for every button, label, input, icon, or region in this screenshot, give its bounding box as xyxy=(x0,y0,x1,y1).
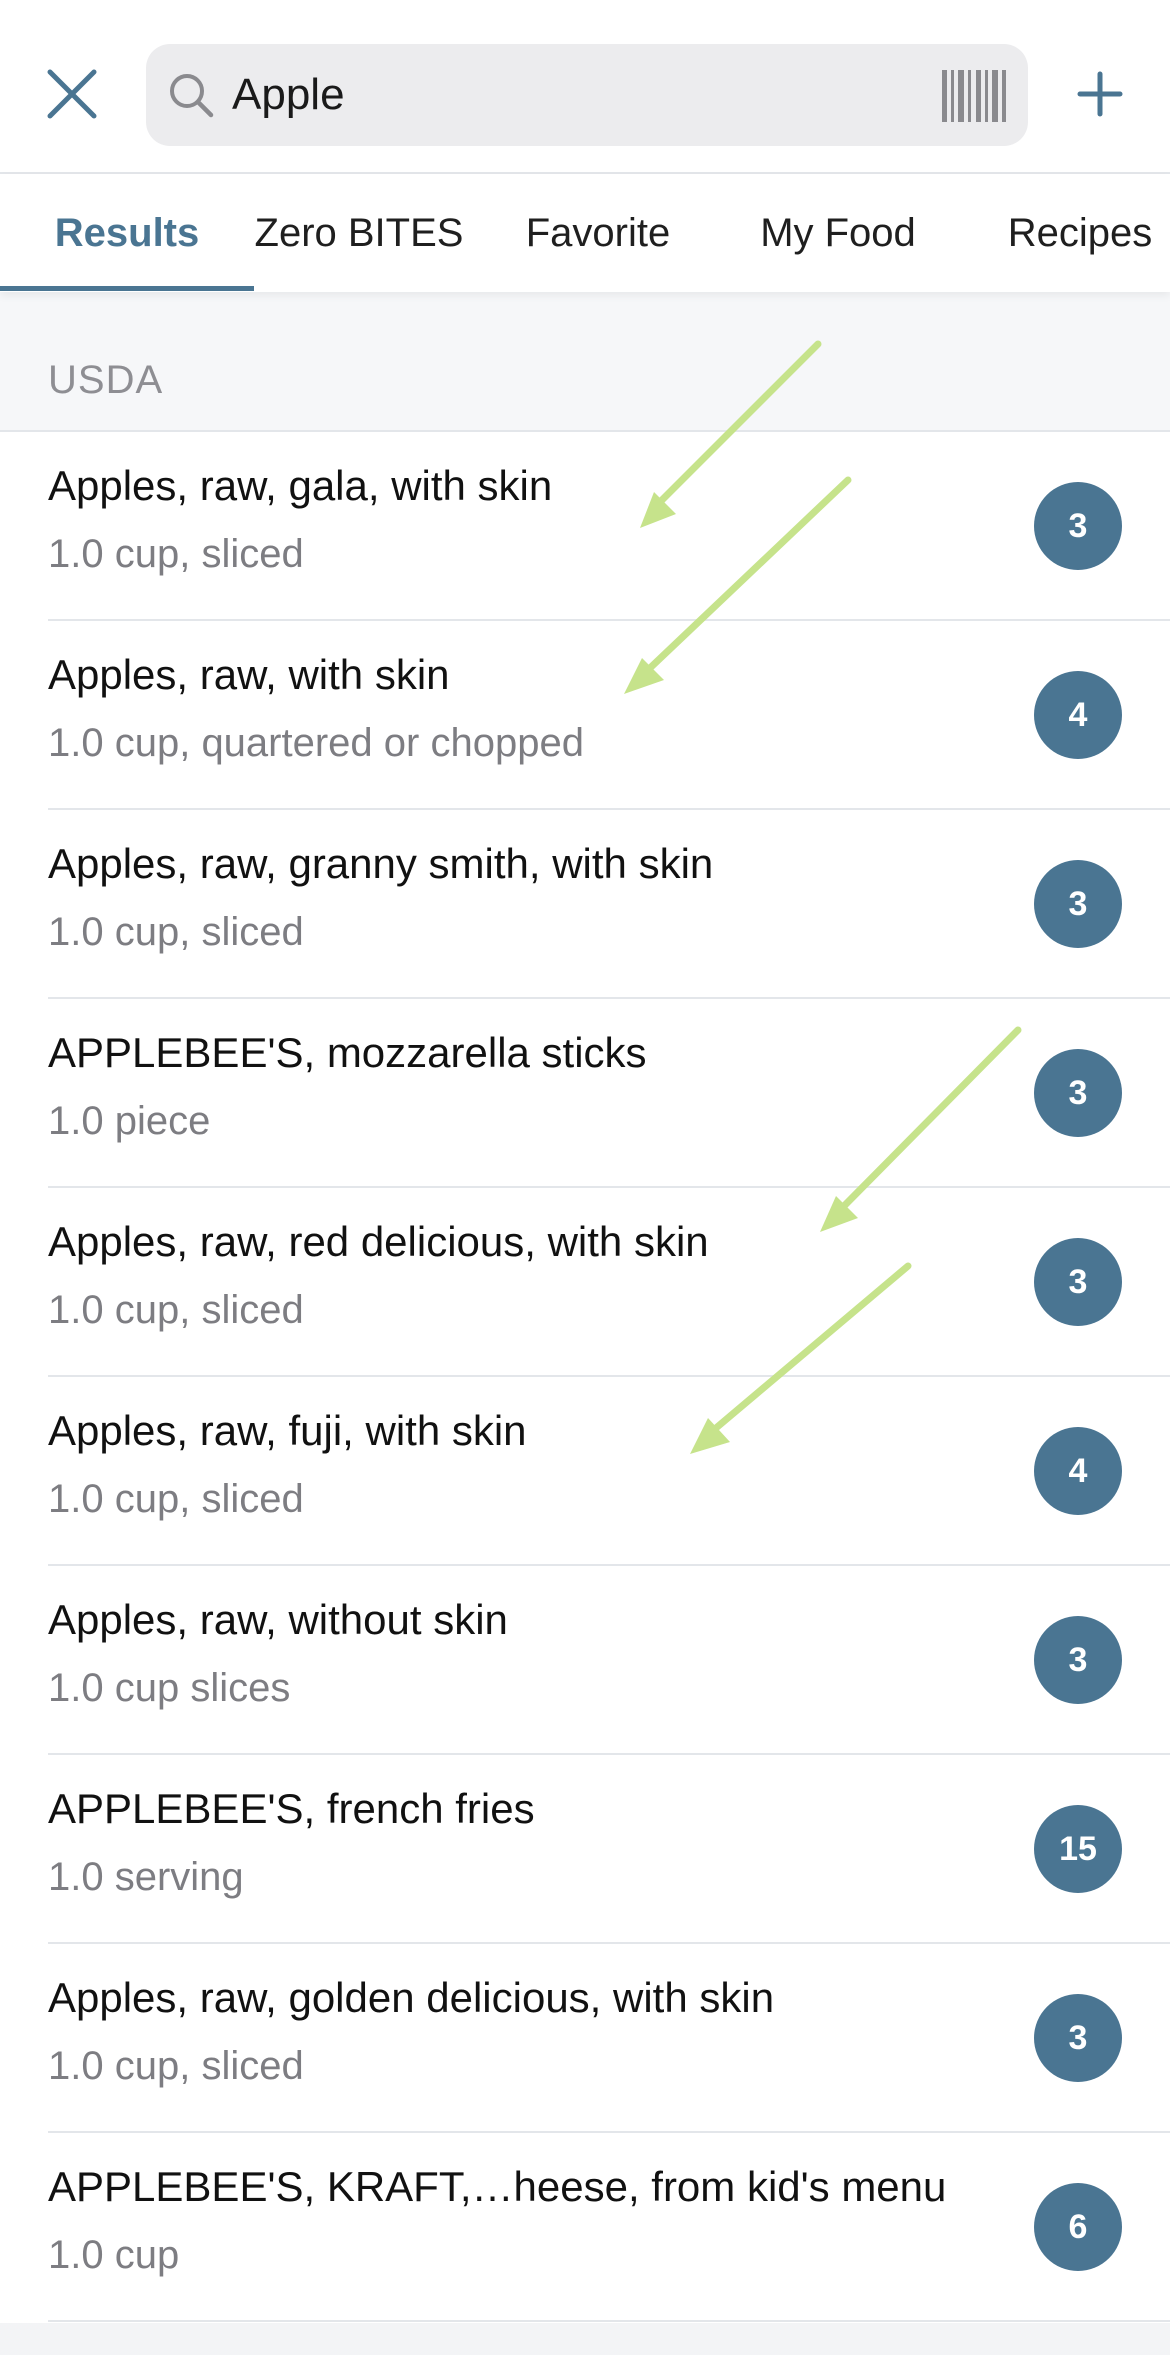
section-header: USDA xyxy=(0,292,1170,432)
food-name: APPLEBEE'S, mozzarella sticks xyxy=(48,1029,647,1076)
food-serving: 1.0 cup, quartered or chopped xyxy=(48,721,584,765)
add-food-button[interactable] xyxy=(1064,58,1136,130)
food-serving: 1.0 cup xyxy=(48,2233,180,2277)
bites-badge: 4 xyxy=(1034,671,1122,759)
search-header xyxy=(0,0,1170,174)
food-name: Apples, raw, granny smith, with skin xyxy=(48,840,714,887)
bites-badge: 3 xyxy=(1034,1049,1122,1137)
close-button[interactable] xyxy=(36,58,108,130)
tab-favorite[interactable]: Favorite xyxy=(498,174,698,292)
tab-bar: Results Zero BITES Favorite My Food Reci… xyxy=(0,174,1170,292)
food-serving: 1.0 cup, sliced xyxy=(48,1288,304,1332)
bites-badge: 3 xyxy=(1034,1616,1122,1704)
food-name: Apples, raw, gala, with skin xyxy=(48,462,553,509)
food-name: Apples, raw, with skin xyxy=(48,651,450,698)
list-item[interactable]: Apples, raw, red delicious, with skin 1.… xyxy=(0,1188,1170,1377)
tab-results[interactable]: Results xyxy=(0,174,254,292)
food-serving: 1.0 piece xyxy=(48,1099,211,1143)
list-item[interactable]: Apples, raw, granny smith, with skin 1.0… xyxy=(0,810,1170,999)
tab-zero-bites[interactable]: Zero BITES xyxy=(254,174,464,292)
plus-icon xyxy=(1077,71,1123,117)
food-name: APPLEBEE'S, KRAFT,…heese, from kid's men… xyxy=(48,2163,947,2210)
bites-badge: 3 xyxy=(1034,482,1122,570)
bites-badge: 3 xyxy=(1034,1238,1122,1326)
section-label: USDA xyxy=(48,358,164,402)
list-item[interactable]: Apples, raw, golden delicious, with skin… xyxy=(0,1944,1170,2133)
food-serving: 1.0 cup slices xyxy=(48,1666,291,1710)
list-item[interactable]: APPLEBEE'S, KRAFT,…heese, from kid's men… xyxy=(0,2133,1170,2322)
search-box[interactable] xyxy=(146,44,1028,146)
close-icon xyxy=(47,69,97,119)
tab-my-food[interactable]: My Food xyxy=(738,174,938,292)
bites-badge: 3 xyxy=(1034,1994,1122,2082)
search-input[interactable] xyxy=(232,58,862,132)
food-serving: 1.0 cup, sliced xyxy=(48,1477,304,1521)
bites-badge: 15 xyxy=(1034,1805,1122,1893)
bites-badge: 3 xyxy=(1034,860,1122,948)
results-list: Apples, raw, gala, with skin 1.0 cup, sl… xyxy=(0,432,1170,2322)
active-tab-indicator xyxy=(0,286,254,291)
food-name: Apples, raw, red delicious, with skin xyxy=(48,1218,709,1265)
list-item[interactable]: Apples, raw, fuji, with skin 1.0 cup, sl… xyxy=(0,1377,1170,1566)
list-item[interactable]: APPLEBEE'S, french fries 1.0 serving 15 xyxy=(0,1755,1170,1944)
food-serving: 1.0 serving xyxy=(48,1855,244,1899)
bites-badge: 4 xyxy=(1034,1427,1122,1515)
bottom-strip xyxy=(0,2323,1170,2355)
list-item[interactable]: Apples, raw, gala, with skin 1.0 cup, sl… xyxy=(0,432,1170,621)
food-name: Apples, raw, golden delicious, with skin xyxy=(48,1974,775,2021)
barcode-icon xyxy=(942,70,947,122)
list-item[interactable]: Apples, raw, with skin 1.0 cup, quartere… xyxy=(0,621,1170,810)
food-serving: 1.0 cup, sliced xyxy=(48,910,304,954)
food-name: Apples, raw, without skin xyxy=(48,1596,508,1643)
list-item[interactable]: APPLEBEE'S, mozzarella sticks 1.0 piece … xyxy=(0,999,1170,1188)
food-name: APPLEBEE'S, french fries xyxy=(48,1785,535,1832)
search-icon xyxy=(170,74,214,118)
food-serving: 1.0 cup, sliced xyxy=(48,2044,304,2088)
tab-recipes[interactable]: Recipes xyxy=(990,174,1170,292)
food-serving: 1.0 cup, sliced xyxy=(48,532,304,576)
barcode-scan-button[interactable] xyxy=(942,70,1006,122)
list-item[interactable]: Apples, raw, without skin 1.0 cup slices… xyxy=(0,1566,1170,1755)
bites-badge: 6 xyxy=(1034,2183,1122,2271)
food-name: Apples, raw, fuji, with skin xyxy=(48,1407,527,1454)
